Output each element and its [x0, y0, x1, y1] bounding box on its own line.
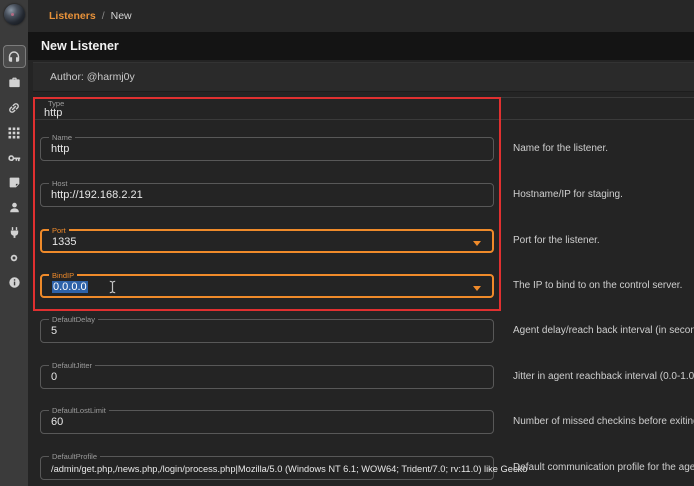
field-description: The IP to bind to on the control server. [513, 280, 682, 291]
field-description: Jitter in agent reachback interval (0.0-… [513, 371, 694, 382]
breadcrumb-listeners-link[interactable]: Listeners [49, 10, 96, 22]
type-select[interactable]: Type http [33, 97, 694, 120]
headphones-icon [7, 50, 21, 64]
author-bar: Author: @harmj0y [33, 62, 694, 92]
chevron-down-icon[interactable] [473, 286, 481, 291]
defaultprofile-input[interactable]: DefaultProfile /admin/get.php,/news.php,… [40, 456, 494, 480]
sidebar-item-listeners[interactable] [3, 45, 26, 68]
selected-text: 0.0.0.0 [52, 281, 88, 293]
breadcrumb-separator: / [102, 10, 105, 22]
link-icon [7, 101, 21, 115]
field-row-defaultlostlimit: DefaultLostLimit 60 Number of missed che… [0, 410, 694, 434]
field-value: 60 [51, 416, 63, 428]
defaultdelay-input[interactable]: DefaultDelay 5 [40, 319, 494, 343]
field-row-defaultjitter: DefaultJitter 0 Jitter in agent reachbac… [0, 365, 694, 389]
briefcase-icon [8, 76, 21, 89]
sidebar-item-agents[interactable] [2, 95, 26, 120]
starkiller-app: Listeners / New New Listener Author: @ha… [0, 0, 694, 486]
field-row-host: Host http://192.168.2.21 Hostname/IP for… [0, 183, 694, 207]
field-value: http [44, 107, 62, 119]
field-label: DefaultLostLimit [49, 406, 109, 415]
breadcrumb-current: New [111, 10, 132, 22]
topbar: Listeners / New [28, 0, 694, 32]
defaultlostlimit-input[interactable]: DefaultLostLimit 60 [40, 410, 494, 434]
field-value: /admin/get.php,/news.php,/login/process.… [51, 464, 527, 474]
author-text: Author: @harmj0y [50, 71, 135, 83]
sidebar-item-stagers[interactable] [2, 70, 26, 95]
port-select[interactable]: Port 1335 [40, 229, 494, 253]
field-description: Default communication profile for the ag… [513, 462, 694, 473]
field-description: Name for the listener. [513, 143, 608, 154]
field-label: Name [49, 133, 75, 142]
field-row-defaultdelay: DefaultDelay 5 Agent delay/reach back in… [0, 319, 694, 343]
field-label: DefaultJitter [49, 361, 95, 370]
field-label: DefaultProfile [49, 452, 100, 461]
field-row-name: Name http Name for the listener. [0, 137, 694, 161]
field-value: 1335 [52, 236, 76, 248]
field-description: Hostname/IP for staging. [513, 189, 623, 200]
field-label: DefaultDelay [49, 315, 98, 324]
page-header: New Listener [28, 32, 694, 60]
field-label: Port [49, 226, 69, 235]
page-title: New Listener [41, 39, 119, 53]
field-row-defaultprofile: DefaultProfile /admin/get.php,/news.php,… [0, 456, 694, 480]
host-input[interactable]: Host http://192.168.2.21 [40, 183, 494, 207]
field-value: http [51, 143, 69, 155]
defaultjitter-input[interactable]: DefaultJitter 0 [40, 365, 494, 389]
field-label: Host [49, 179, 70, 188]
field-value: http://192.168.2.21 [51, 189, 143, 201]
chevron-down-icon[interactable] [473, 241, 481, 246]
bindip-select[interactable]: BindIP 0.0.0.0 [40, 274, 494, 298]
field-description: Agent delay/reach back interval (in seco… [513, 325, 694, 336]
field-value: 0 [51, 371, 57, 383]
field-description: Port for the listener. [513, 235, 600, 246]
field-row-port: Port 1335 Port for the listener. [0, 229, 694, 253]
starkiller-logo[interactable] [4, 4, 25, 25]
field-row-bindip: BindIP 0.0.0.0 The IP to bind to on the … [0, 274, 694, 298]
field-label: BindIP [49, 271, 77, 280]
sidebar-nav [0, 45, 28, 295]
field-description: Number of missed checkins before exiting [513, 416, 694, 427]
field-value: 5 [51, 325, 57, 337]
name-input[interactable]: Name http [40, 137, 494, 161]
